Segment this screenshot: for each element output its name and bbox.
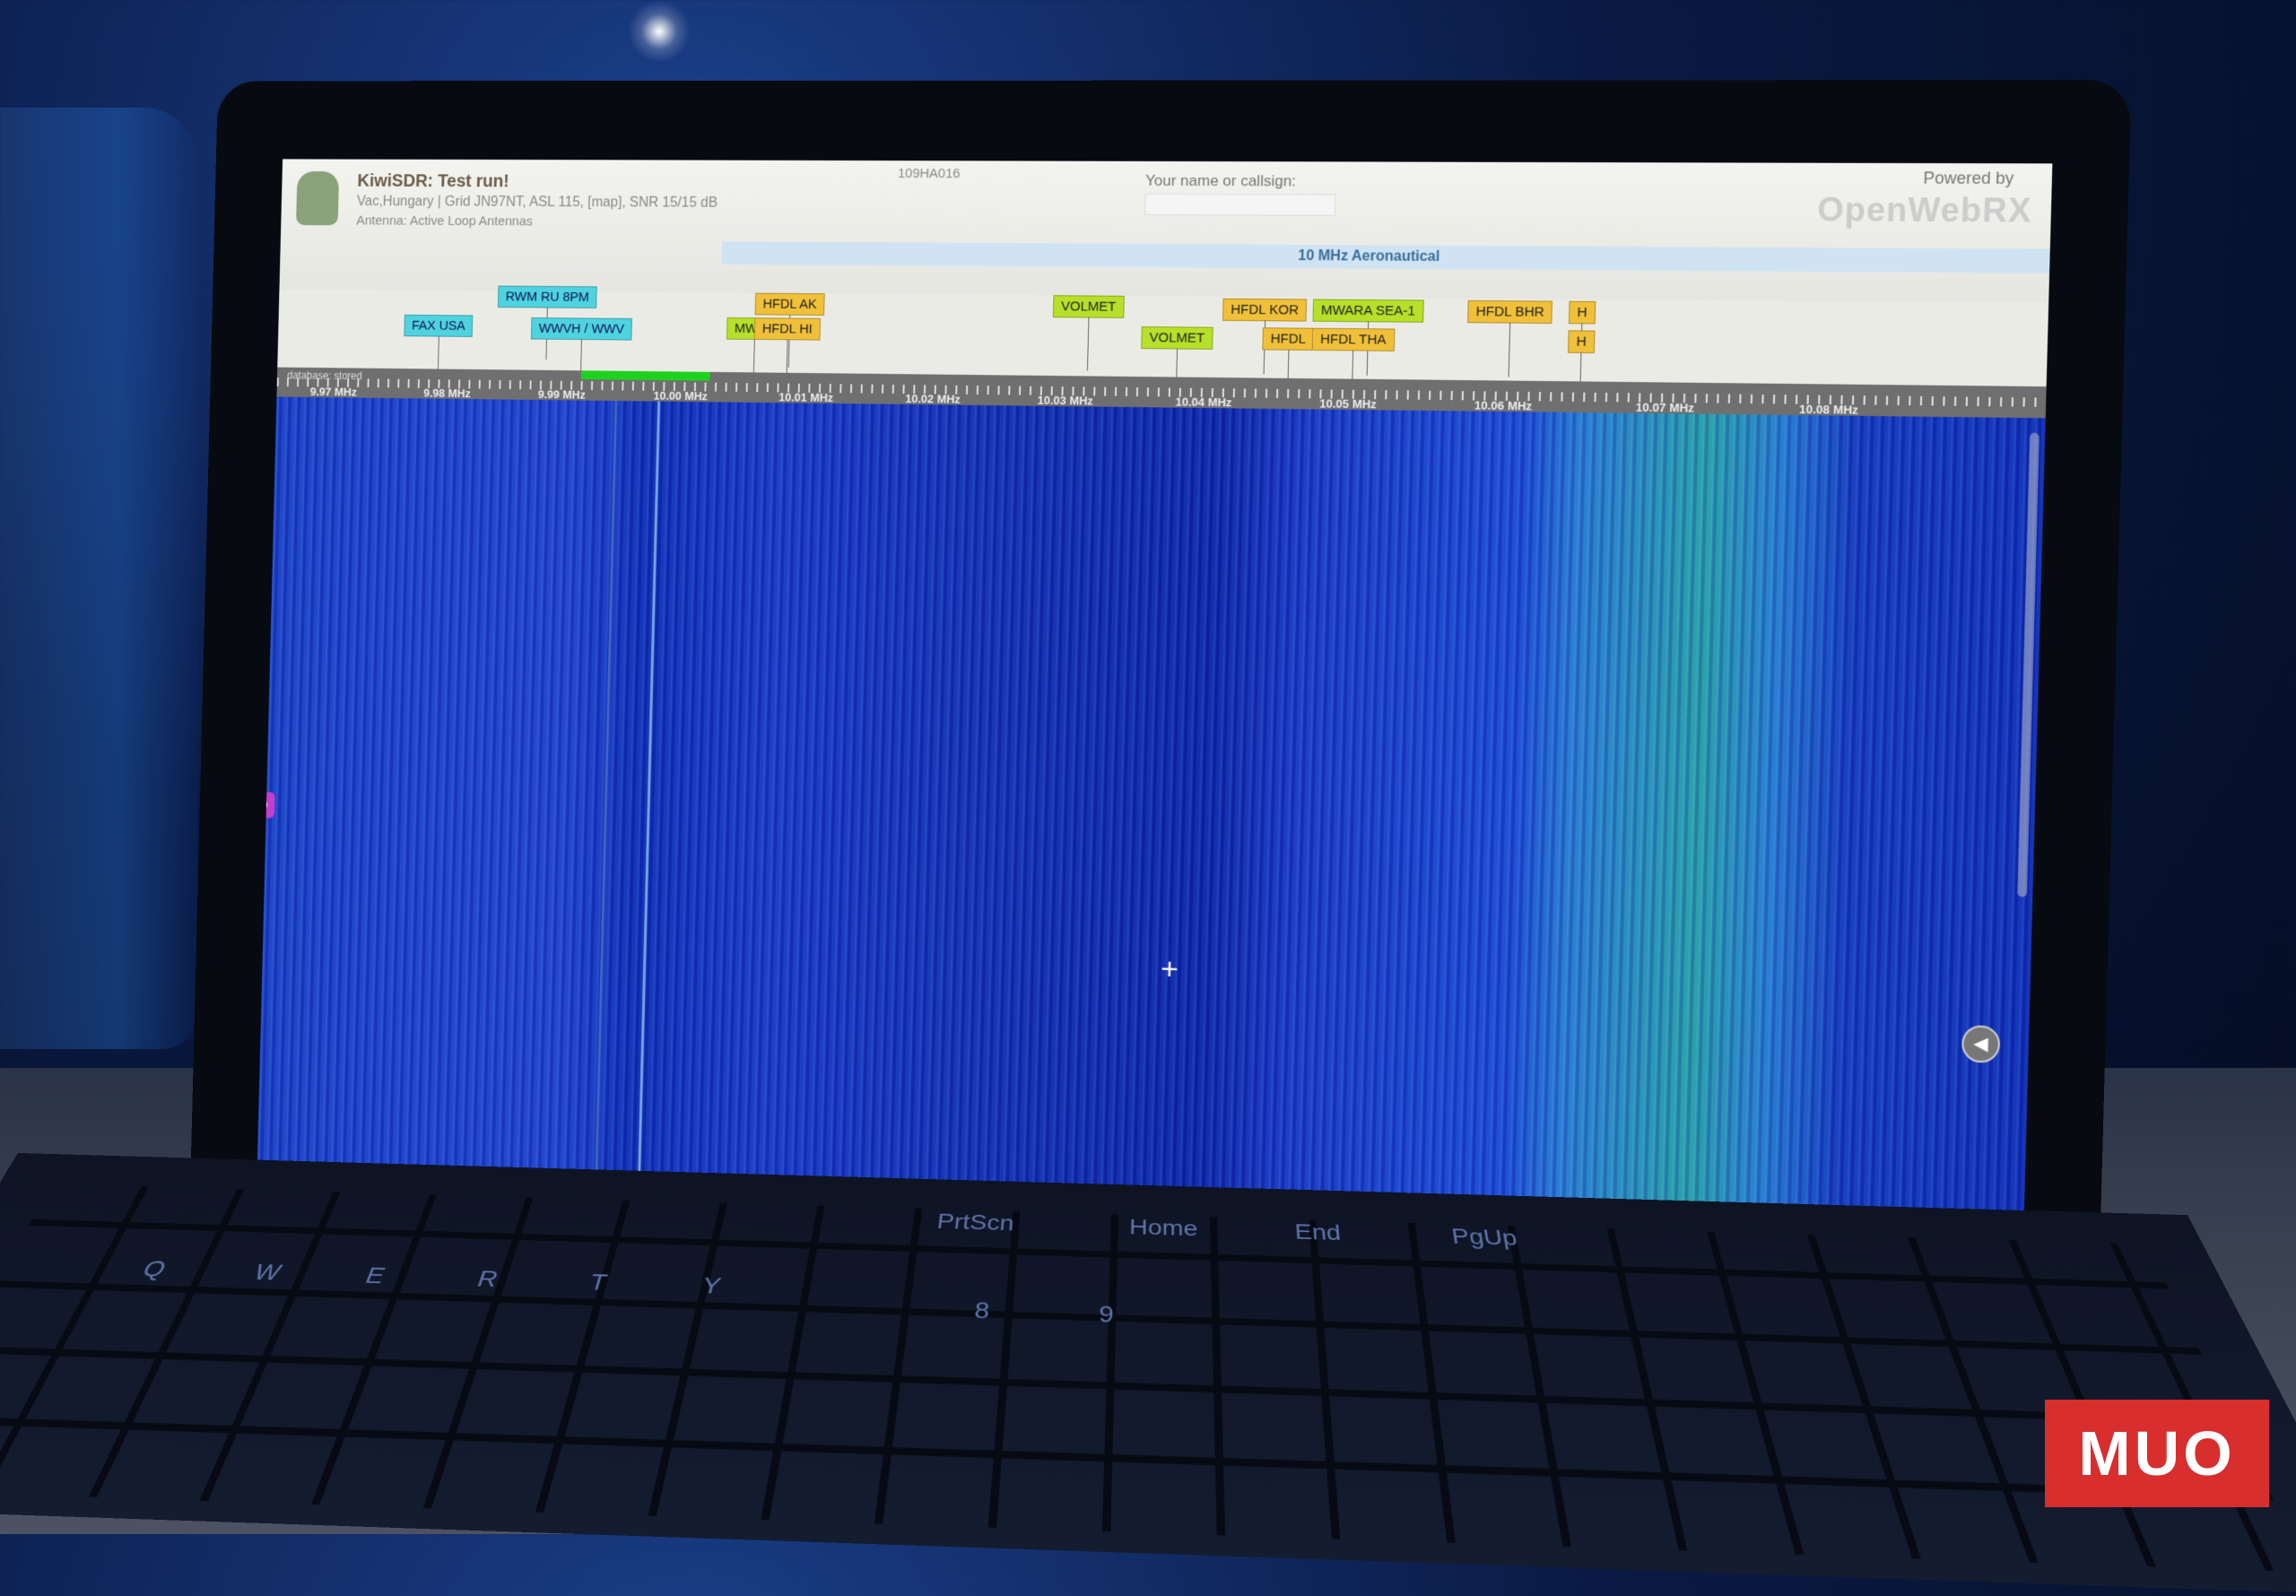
station-tag[interactable]: VOLMET [1141, 326, 1213, 350]
top-bar: KiwiSDR: Test run! Vac,Hungary | Grid JN… [279, 159, 2052, 302]
station-tag[interactable]: HFDL THA [1312, 328, 1395, 351]
station-tag[interactable]: FAX USA [404, 315, 473, 337]
callsign-label: Your name or callsign: [1145, 172, 1296, 191]
key-label: End [1294, 1219, 1342, 1245]
location-info: Vac,Hungary | Grid JN97NT, ASL 115, [map… [357, 194, 718, 211]
keyboard-keys [0, 1184, 2296, 1572]
station-tag[interactable]: MWARA SEA-1 [1313, 299, 1424, 322]
station-tag[interactable]: HFDL KOR [1222, 299, 1307, 322]
station-tag[interactable]: HFDL BHR [1467, 300, 1552, 324]
powered-by-label: Powered by [1923, 169, 2013, 188]
station-tag[interactable]: HFDL AK [755, 293, 825, 316]
key-label: PrtScn [935, 1210, 1014, 1236]
glass-vase [0, 108, 197, 1049]
passband-indicator[interactable] [581, 370, 710, 380]
callsign-input[interactable] [1144, 194, 1335, 216]
panel-toggle-icon[interactable]: ◎ [253, 792, 275, 819]
key-label: 8 [973, 1297, 990, 1324]
openwebrx-logo[interactable]: OpenWebRX [1817, 191, 2033, 230]
crosshair-cursor: + [1161, 952, 1179, 988]
station-tag[interactable]: VOLMET [1053, 295, 1125, 318]
station-tag[interactable]: H [1568, 330, 1595, 353]
station-tag[interactable]: RWM RU 8PM [498, 286, 597, 308]
station-tag[interactable]: HFDL HI [754, 317, 821, 340]
antenna-info: Antenna: Active Loop Antennas [356, 213, 533, 230]
key-label: PgUp [1450, 1224, 1519, 1251]
photo-scene: KiwiSDR: Test run! Vac,Hungary | Grid JN… [0, 0, 2296, 1534]
key-label: Home [1129, 1215, 1198, 1242]
band-label[interactable]: 10 MHz Aeronautical [721, 241, 2049, 273]
key-label: 9 [1099, 1301, 1115, 1328]
page-title: KiwiSDR: Test run! [357, 171, 509, 192]
session-id: 109HA016 [898, 166, 961, 181]
kiwi-logo-icon [296, 171, 339, 225]
ceiling-light [628, 0, 691, 63]
station-tag[interactable]: H [1569, 301, 1596, 325]
muo-watermark: MUO [2045, 1400, 2269, 1507]
station-tag[interactable]: HFDL [1262, 327, 1314, 351]
station-tag[interactable]: WWVH / WWV [531, 317, 632, 341]
